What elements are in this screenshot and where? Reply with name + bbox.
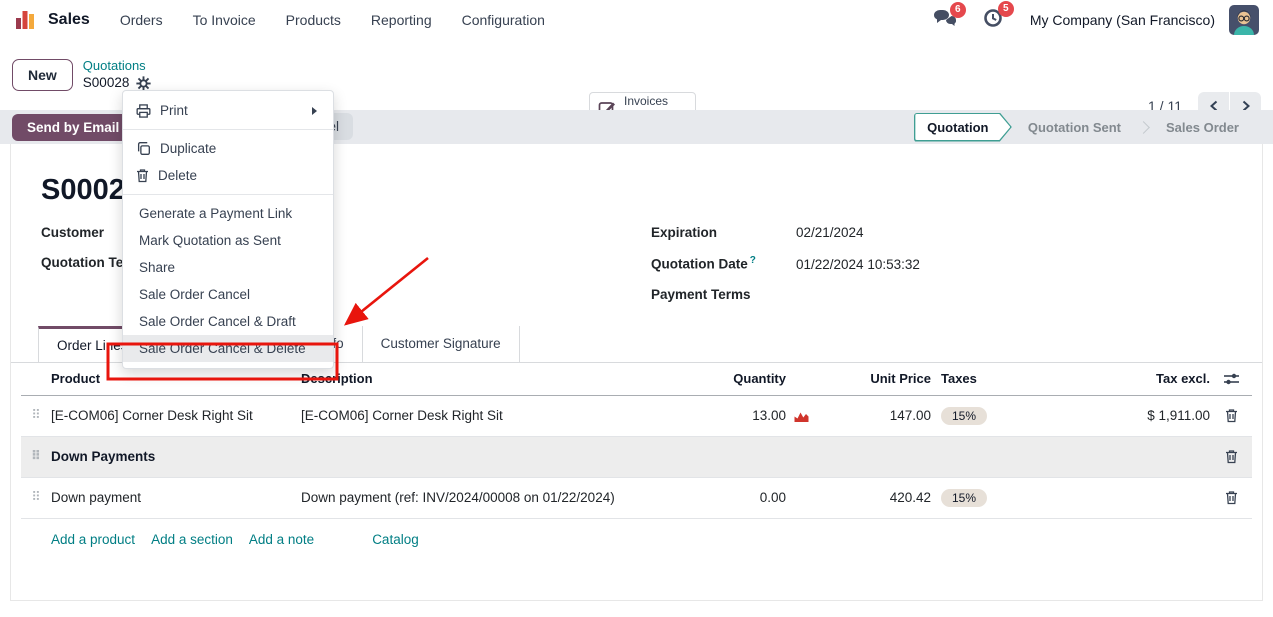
- stage-separator-chevron: [1137, 121, 1150, 134]
- page: Sales Orders To Invoice Products Reporti…: [0, 0, 1273, 617]
- quotation-date-label: Quotation Date?: [651, 255, 796, 272]
- submenu-caret-icon: [312, 107, 317, 115]
- menu-item-share[interactable]: Share: [123, 254, 333, 281]
- header-quantity[interactable]: Quantity: [691, 371, 786, 386]
- optional-columns-button[interactable]: [1210, 372, 1252, 386]
- breadcrumb: Quotations S00028: [83, 58, 152, 91]
- header-taxes[interactable]: Taxes: [931, 371, 1026, 386]
- nav-item-configuration[interactable]: Configuration: [462, 12, 545, 28]
- add-a-product-link[interactable]: Add a product: [51, 532, 135, 547]
- breadcrumb-quotations[interactable]: Quotations: [83, 58, 152, 74]
- section-name[interactable]: Down Payments: [51, 449, 301, 464]
- menu-item-print[interactable]: Print: [123, 97, 333, 124]
- trash-icon: [1225, 449, 1238, 464]
- messages-badge: 6: [950, 2, 966, 18]
- stage-stepper: Quotation Quotation Sent Sales Order: [914, 113, 1255, 142]
- drag-handle-icon[interactable]: ⠿: [21, 449, 51, 464]
- help-question-icon: ?: [750, 255, 756, 266]
- add-a-section-link[interactable]: Add a section: [151, 532, 233, 547]
- new-button[interactable]: New: [12, 59, 73, 91]
- order-line-row[interactable]: ⠿ Down payment Down payment (ref: INV/20…: [21, 478, 1252, 519]
- tax-tag[interactable]: 15%: [941, 489, 987, 507]
- nav-item-orders[interactable]: Orders: [120, 12, 163, 28]
- delete-row-button[interactable]: [1210, 490, 1252, 505]
- trash-icon: [1225, 490, 1238, 505]
- cell-description[interactable]: [E-COM06] Corner Desk Right Sit: [301, 408, 691, 423]
- stage-sales-order[interactable]: Sales Order: [1150, 113, 1255, 142]
- quotation-date-value[interactable]: 01/22/2024 10:53:32: [796, 257, 920, 272]
- send-by-email-button[interactable]: Send by Email: [12, 114, 134, 141]
- menu-item-mark-quotation-as-sent[interactable]: Mark Quotation as Sent: [123, 227, 333, 254]
- trash-icon: [136, 168, 149, 183]
- stage-label: Quotation: [914, 113, 1012, 142]
- menu-item-sale-order-cancel-draft[interactable]: Sale Order Cancel & Draft: [123, 308, 333, 335]
- avatar-image: [1229, 5, 1259, 35]
- menu-item-delete[interactable]: Delete: [123, 162, 333, 189]
- menu-divider: [123, 194, 333, 195]
- catalog-link[interactable]: Catalog: [372, 532, 419, 547]
- user-avatar[interactable]: [1229, 5, 1259, 35]
- add-a-note-link[interactable]: Add a note: [249, 532, 314, 547]
- drag-handle-icon[interactable]: ⠿: [21, 490, 51, 505]
- stage-quotation[interactable]: Quotation: [914, 113, 1012, 142]
- trash-icon: [1225, 408, 1238, 423]
- tab-customer-signature[interactable]: Customer Signature: [362, 326, 520, 362]
- expiration-label: Expiration: [651, 225, 796, 240]
- header-description[interactable]: Description: [301, 371, 691, 386]
- drag-handle-icon[interactable]: ⠿: [21, 408, 51, 423]
- cell-unit-price[interactable]: 420.42: [816, 490, 931, 505]
- cell-product[interactable]: Down payment: [51, 490, 301, 505]
- payment-terms-label: Payment Terms: [651, 287, 796, 302]
- cell-product[interactable]: [E-COM06] Corner Desk Right Sit: [51, 408, 301, 423]
- cell-unit-price[interactable]: 147.00: [816, 408, 931, 423]
- top-nav: Sales Orders To Invoice Products Reporti…: [0, 0, 1273, 40]
- messages-button[interactable]: 6: [932, 8, 956, 33]
- header-product[interactable]: Product: [51, 371, 301, 386]
- cell-subtotal: $ 1,911.00: [1026, 408, 1210, 423]
- forecast-chart-icon[interactable]: [786, 409, 816, 423]
- company-switcher[interactable]: My Company (San Francisco): [1030, 12, 1215, 28]
- stage-quotation-sent[interactable]: Quotation Sent: [1012, 113, 1137, 142]
- sales-app-icon[interactable]: [14, 8, 38, 32]
- order-lines-table: Product Description Quantity Unit Price …: [21, 363, 1252, 547]
- record-name: S00028: [83, 75, 130, 92]
- header-unit-price[interactable]: Unit Price: [816, 371, 931, 386]
- table-footer-links: Add a product Add a section Add a note C…: [21, 519, 1252, 547]
- actions-dropdown-menu: Print Duplicate Delete Generate a Paymen…: [122, 90, 334, 369]
- gear-icon[interactable]: [136, 76, 151, 91]
- tax-tag[interactable]: 15%: [941, 407, 987, 425]
- menu-item-sale-order-cancel[interactable]: Sale Order Cancel: [123, 281, 333, 308]
- invoices-label: Invoices: [624, 94, 668, 109]
- cell-description[interactable]: Down payment (ref: INV/2024/00008 on 01/…: [301, 490, 691, 505]
- section-row[interactable]: ⠿ Down Payments: [21, 437, 1252, 478]
- copy-icon: [136, 141, 151, 156]
- delete-row-button[interactable]: [1210, 449, 1252, 464]
- order-line-row[interactable]: ⠿ [E-COM06] Corner Desk Right Sit [E-COM…: [21, 396, 1252, 437]
- expiration-value[interactable]: 02/21/2024: [796, 225, 864, 240]
- menu-divider: [123, 129, 333, 130]
- nav-item-to-invoice[interactable]: To Invoice: [193, 12, 256, 28]
- activities-badge: 5: [998, 1, 1014, 17]
- delete-row-button[interactable]: [1210, 408, 1252, 423]
- column-sliders-icon: [1223, 372, 1240, 386]
- menu-item-generate-payment-link[interactable]: Generate a Payment Link: [123, 200, 333, 227]
- app-name[interactable]: Sales: [48, 11, 90, 29]
- printer-icon: [136, 104, 151, 118]
- cell-quantity[interactable]: 13.00: [691, 408, 786, 423]
- menu-item-duplicate[interactable]: Duplicate: [123, 135, 333, 162]
- cell-quantity[interactable]: 0.00: [691, 490, 786, 505]
- header-subtotal[interactable]: Tax excl.: [1026, 371, 1210, 386]
- nav-item-products[interactable]: Products: [286, 12, 341, 28]
- activities-button[interactable]: 5: [982, 7, 1004, 34]
- nav-item-reporting[interactable]: Reporting: [371, 12, 432, 28]
- menu-item-sale-order-cancel-delete[interactable]: Sale Order Cancel & Delete: [123, 335, 333, 362]
